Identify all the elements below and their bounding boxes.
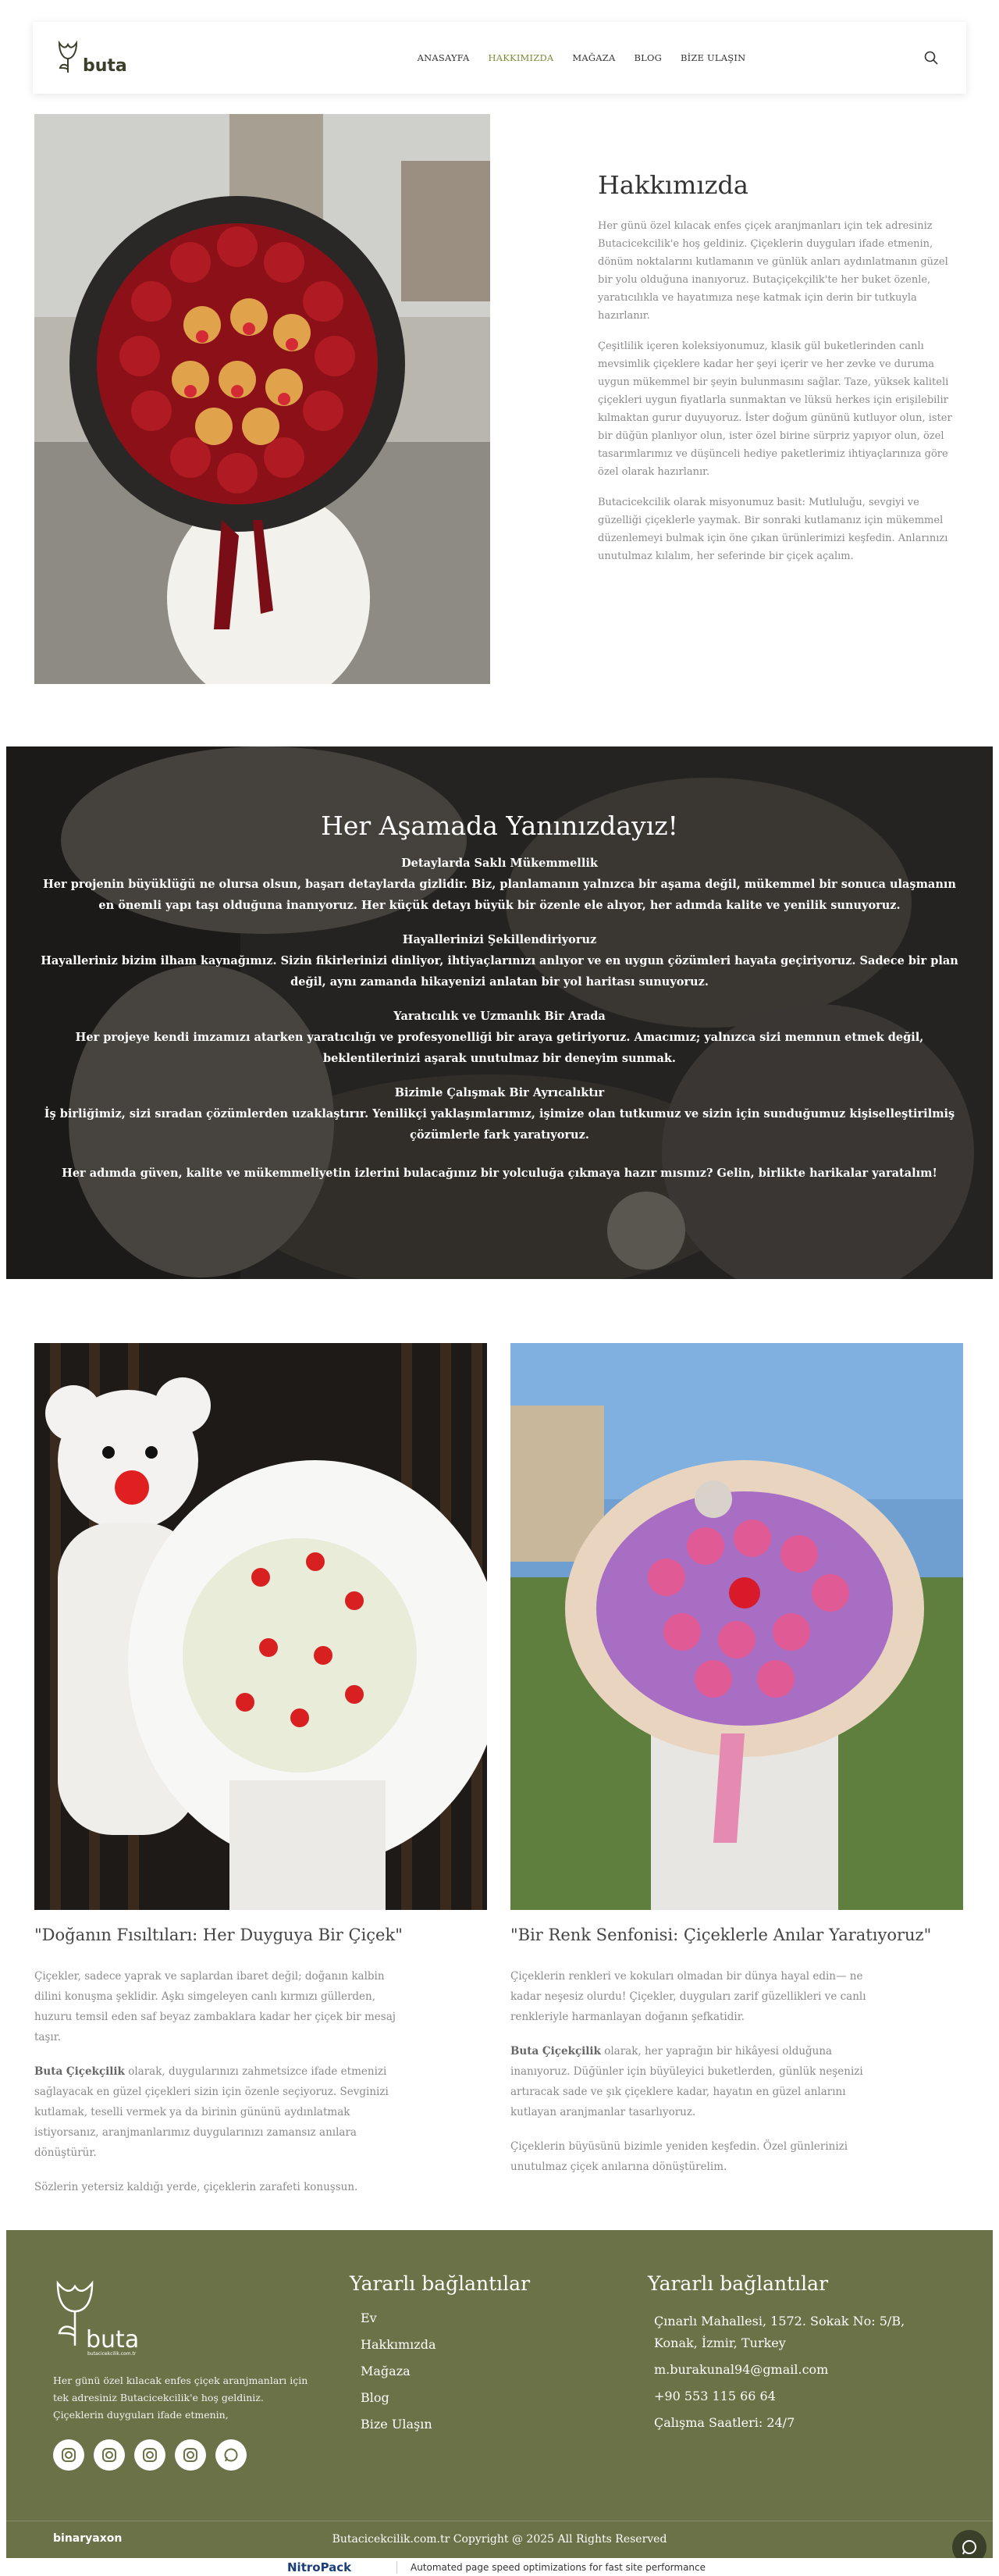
banner-text-2: Hayalleriniz bizim ilham kaynağımız. Siz… [41,954,958,989]
card-1-paragraph-2: Buta Çiçekçilik olarak, duygularınızı za… [34,2061,401,2163]
footer-bottom-bar: binaryaxon Butacicekcilik.com.tr Copyrig… [6,2521,993,2558]
footer-logo-text: buta [86,2326,139,2353]
card-1-paragraph-2-text: olarak, duygularınızı zahmetsizce ifade … [34,2065,389,2159]
nav-contact[interactable]: BİZE ULAŞIN [681,52,745,63]
card-1-paragraph-3: Sözlerin yetersiz kaldığı yerde, çiçekle… [34,2181,358,2193]
logo-text: buta [83,56,127,76]
card-1-brand: Buta Çiçekçilik [34,2065,125,2078]
card-2-paragraph-3: Çiçeklerin büyüsünü bizimle yeniden keşf… [510,2140,848,2173]
banner-text-3: Her projeye kendi imzamızı atarken yarat… [75,1031,924,1065]
footer-link-blog[interactable]: Blog [350,2390,530,2405]
nav-about[interactable]: HAKKIMIZDA [489,52,554,63]
card-2-title: "Bir Renk Senfonisi: Çiçeklerle Anılar Y… [510,1926,932,1944]
footer-logo-sub: butacicekcilik.com.tr [87,2351,137,2357]
banner-closing: Her adımda güven, kalite ve mükemmeliyet… [62,1167,937,1180]
site-header: buta ANASAYFA HAKKIMIZDA MAĞAZA BLOG BİZ… [33,22,966,94]
nitropack-bar: NitroPack Automated page speed optimizat… [0,2558,999,2576]
instagram-icon[interactable] [134,2439,165,2471]
footer-social [53,2439,247,2471]
nitropack-logo[interactable]: NitroPack [287,2560,351,2574]
banner-text-4: İş birliğimiz, sizi sıradan çözümlerden … [44,1107,955,1142]
card-1-image [34,1343,487,1910]
footer-logo[interactable]: buta butacicekcilik.com.tr [53,2278,139,2360]
card-1-text: Çiçekler, sadece yaprak ve saplardan iba… [34,1966,401,2211]
footer-link-shop[interactable]: Mağaza [350,2364,530,2378]
about-paragraph-2: Çeşitlilik içeren koleksiyonumuz, klasik… [598,340,952,478]
footer-address: Çınarlı Mahallesi, 1572. Sokak No: 5/B, … [654,2314,905,2350]
site-logo[interactable]: buta [56,40,150,76]
card-2-paragraph-1: Çiçeklerin renkleri ve kokuları olmadan … [510,1970,866,2023]
footer-contact-column: Yararlı bağlantılar Çınarlı Mahallesi, 1… [648,2272,929,2439]
nitropack-divider [396,2561,397,2574]
instagram-icon[interactable] [53,2439,84,2471]
banner-heading-2: Hayallerinizi Şekillendiriyoruz [402,933,597,946]
about-paragraph-3: Butacicekcilik olarak misyonumuz basit: … [598,497,948,562]
footer-link-about[interactable]: Hakkımızda [350,2337,530,2352]
nav-blog[interactable]: BLOG [634,52,662,63]
tulip-logo-icon: buta butacicekcilik.com.tr [56,2280,139,2357]
card-2-brand: Buta Çiçekçilik [510,2045,601,2058]
about-bouquet-image [34,114,490,684]
about-paragraph-1: Her günü özel kılacak enfes çiçek aranjm… [598,220,948,322]
footer-email[interactable]: m.burakunal94@gmail.com [648,2359,929,2381]
tulip-logo-icon [58,40,78,73]
card-1-paragraph-1: Çiçekler, sadece yaprak ve saplardan iba… [34,1970,396,2043]
instagram-icon[interactable] [94,2439,125,2471]
footer-contact-title: Yararlı bağlantılar [648,2272,829,2295]
banner-heading-3: Yaratıcılık ve Uzmanlık Bir Arada [393,1010,606,1023]
nav-shop[interactable]: MAĞAZA [572,52,615,63]
whatsapp-icon [962,2540,976,2555]
footer-link-home[interactable]: Ev [350,2311,530,2325]
banner-title: Her Aşamada Yanınızdayız! [321,811,678,841]
about-title: Hakkımızda [598,170,748,200]
values-banner: Her Aşamada Yanınızdayız! Detaylarda Sak… [6,746,993,1279]
search-button[interactable] [919,46,943,69]
banner-heading-4: Bizimle Çalışmak Bir Ayrıcalıktır [394,1086,605,1099]
footer-phone[interactable]: +90 553 115 66 64 [648,2385,929,2407]
nav-home[interactable]: ANASAYFA [418,52,470,63]
footer-link-contact[interactable]: Bize Ulaşın [350,2417,530,2432]
site-footer: buta butacicekcilik.com.tr Her günü özel… [6,2230,993,2521]
whatsapp-icon[interactable] [215,2439,247,2471]
main-nav: ANASAYFA HAKKIMIZDA MAĞAZA BLOG BİZE ULA… [244,52,919,63]
search-icon [924,51,938,65]
banner-text-1: Her projenin büyüklüğü ne olursa olsun, … [43,878,956,912]
card-2-text: Çiçeklerin renkleri ve kokuları olmadan … [510,1966,877,2191]
card-2-paragraph-2: Buta Çiçekçilik olarak, her yaprağın bir… [510,2041,877,2122]
banner-content: Her Aşamada Yanınızdayız! Detaylarda Sak… [6,746,993,1279]
footer-links-column: Yararlı bağlantılar Ev Hakkımızda Mağaza… [350,2272,530,2443]
footer-links-title: Yararlı bağlantılar [350,2272,531,2295]
about-section: Hakkımızda Her günü özel kılacak enfes ç… [598,170,963,578]
banner-heading-1: Detaylarda Saklı Mükemmellik [401,857,598,870]
card-1-title: "Doğanın Fısıltıları: Her Duyguya Bir Çi… [34,1926,403,1944]
nitropack-text: Automated page speed optimizations for f… [411,2562,706,2573]
card-2-image [510,1343,963,1910]
footer-description: Her günü özel kılacak enfes çiçek aranjm… [53,2375,308,2421]
instagram-icon[interactable] [175,2439,206,2471]
copyright-text: Butacicekcilik.com.tr Copyright @ 2025 A… [332,2533,667,2546]
footer-hours: Çalışma Saatleri: 24/7 [654,2415,795,2430]
